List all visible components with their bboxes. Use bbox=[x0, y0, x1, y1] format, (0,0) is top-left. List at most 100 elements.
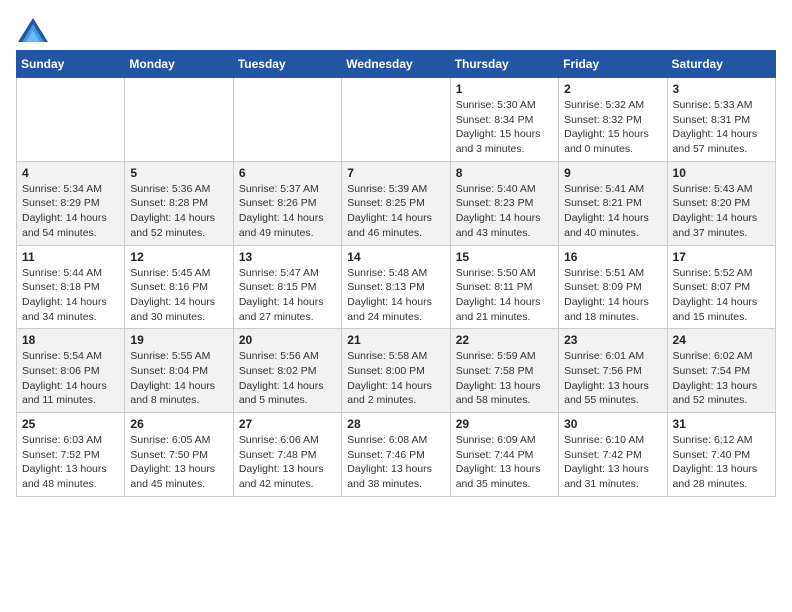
calendar-cell: 4 Sunrise: 5:34 AM Sunset: 8:29 PM Daylig… bbox=[17, 161, 125, 245]
calendar-cell: 11 Sunrise: 5:44 AM Sunset: 8:18 PM Dayli… bbox=[17, 245, 125, 329]
calendar-cell: 27 Sunrise: 6:06 AM Sunset: 7:48 PM Dayli… bbox=[233, 413, 341, 497]
calendar-week-row: 4 Sunrise: 5:34 AM Sunset: 8:29 PM Daylig… bbox=[17, 161, 776, 245]
day-number: 15 bbox=[456, 250, 553, 264]
day-number: 4 bbox=[22, 166, 119, 180]
day-number: 18 bbox=[22, 333, 119, 347]
weekday-header-cell: Sunday bbox=[17, 51, 125, 78]
calendar-cell: 1 Sunrise: 5:30 AM Sunset: 8:34 PM Daylig… bbox=[450, 78, 558, 162]
day-number: 3 bbox=[673, 82, 770, 96]
calendar-cell: 24Sunrise: 6:02 AM Sunset: 7:54 PM Dayli… bbox=[667, 329, 775, 413]
day-detail: Sunrise: 5:30 AM Sunset: 8:34 PM Dayligh… bbox=[456, 98, 553, 157]
day-detail: Sunrise: 5:58 AM Sunset: 8:00 PM Dayligh… bbox=[347, 349, 444, 408]
day-detail: Sunrise: 6:08 AM Sunset: 7:46 PM Dayligh… bbox=[347, 433, 444, 492]
calendar-cell bbox=[233, 78, 341, 162]
day-number: 1 bbox=[456, 82, 553, 96]
weekday-header-cell: Monday bbox=[125, 51, 233, 78]
day-detail: Sunrise: 5:56 AM Sunset: 8:02 PM Dayligh… bbox=[239, 349, 336, 408]
calendar-cell: 31 Sunrise: 6:12 AM Sunset: 7:40 PM Dayli… bbox=[667, 413, 775, 497]
day-detail: Sunrise: 5:33 AM Sunset: 8:31 PM Dayligh… bbox=[673, 98, 770, 157]
calendar-week-row: 11 Sunrise: 5:44 AM Sunset: 8:18 PM Dayli… bbox=[17, 245, 776, 329]
weekday-header-cell: Saturday bbox=[667, 51, 775, 78]
calendar-cell: 16 Sunrise: 5:51 AM Sunset: 8:09 PM Dayli… bbox=[559, 245, 667, 329]
calendar-cell: 15 Sunrise: 5:50 AM Sunset: 8:11 PM Dayli… bbox=[450, 245, 558, 329]
day-detail: Sunrise: 5:37 AM Sunset: 8:26 PM Dayligh… bbox=[239, 182, 336, 241]
calendar-cell: 28 Sunrise: 6:08 AM Sunset: 7:46 PM Dayli… bbox=[342, 413, 450, 497]
day-number: 22 bbox=[456, 333, 553, 347]
day-number: 17 bbox=[673, 250, 770, 264]
day-detail: Sunrise: 6:09 AM Sunset: 7:44 PM Dayligh… bbox=[456, 433, 553, 492]
calendar-cell: 21Sunrise: 5:58 AM Sunset: 8:00 PM Dayli… bbox=[342, 329, 450, 413]
calendar-cell: 18 Sunrise: 5:54 AM Sunset: 8:06 PM Dayli… bbox=[17, 329, 125, 413]
day-detail: Sunrise: 5:59 AM Sunset: 7:58 PM Dayligh… bbox=[456, 349, 553, 408]
day-detail: Sunrise: 5:52 AM Sunset: 8:07 PM Dayligh… bbox=[673, 266, 770, 325]
day-detail: Sunrise: 5:48 AM Sunset: 8:13 PM Dayligh… bbox=[347, 266, 444, 325]
day-number: 23 bbox=[564, 333, 661, 347]
day-detail: Sunrise: 5:45 AM Sunset: 8:16 PM Dayligh… bbox=[130, 266, 227, 325]
weekday-header-cell: Tuesday bbox=[233, 51, 341, 78]
calendar-cell: 23 Sunrise: 6:01 AM Sunset: 7:56 PM Dayli… bbox=[559, 329, 667, 413]
day-detail: Sunrise: 5:50 AM Sunset: 8:11 PM Dayligh… bbox=[456, 266, 553, 325]
calendar-cell bbox=[342, 78, 450, 162]
day-detail: Sunrise: 5:32 AM Sunset: 8:32 PM Dayligh… bbox=[564, 98, 661, 157]
calendar-cell: 14 Sunrise: 5:48 AM Sunset: 8:13 PM Dayli… bbox=[342, 245, 450, 329]
calendar-cell bbox=[125, 78, 233, 162]
logo-icon bbox=[16, 16, 46, 40]
day-detail: Sunrise: 5:54 AM Sunset: 8:06 PM Dayligh… bbox=[22, 349, 119, 408]
logo bbox=[16, 16, 50, 40]
day-detail: Sunrise: 6:06 AM Sunset: 7:48 PM Dayligh… bbox=[239, 433, 336, 492]
calendar-cell: 17 Sunrise: 5:52 AM Sunset: 8:07 PM Dayli… bbox=[667, 245, 775, 329]
day-number: 12 bbox=[130, 250, 227, 264]
day-detail: Sunrise: 5:47 AM Sunset: 8:15 PM Dayligh… bbox=[239, 266, 336, 325]
day-detail: Sunrise: 5:39 AM Sunset: 8:25 PM Dayligh… bbox=[347, 182, 444, 241]
weekday-header-cell: Wednesday bbox=[342, 51, 450, 78]
day-detail: Sunrise: 6:12 AM Sunset: 7:40 PM Dayligh… bbox=[673, 433, 770, 492]
calendar-cell: 9Sunrise: 5:41 AM Sunset: 8:21 PM Daylig… bbox=[559, 161, 667, 245]
calendar-cell bbox=[17, 78, 125, 162]
calendar-week-row: 25 Sunrise: 6:03 AM Sunset: 7:52 PM Dayli… bbox=[17, 413, 776, 497]
page-header bbox=[16, 16, 776, 40]
weekday-header-cell: Friday bbox=[559, 51, 667, 78]
calendar-cell: 7 Sunrise: 5:39 AM Sunset: 8:25 PM Daylig… bbox=[342, 161, 450, 245]
day-detail: Sunrise: 6:01 AM Sunset: 7:56 PM Dayligh… bbox=[564, 349, 661, 408]
day-number: 28 bbox=[347, 417, 444, 431]
calendar-body: 1 Sunrise: 5:30 AM Sunset: 8:34 PM Daylig… bbox=[17, 78, 776, 497]
calendar-cell: 22 Sunrise: 5:59 AM Sunset: 7:58 PM Dayli… bbox=[450, 329, 558, 413]
day-detail: Sunrise: 6:10 AM Sunset: 7:42 PM Dayligh… bbox=[564, 433, 661, 492]
day-number: 6 bbox=[239, 166, 336, 180]
calendar-cell: 26Sunrise: 6:05 AM Sunset: 7:50 PM Dayli… bbox=[125, 413, 233, 497]
weekday-header-cell: Thursday bbox=[450, 51, 558, 78]
calendar-week-row: 1 Sunrise: 5:30 AM Sunset: 8:34 PM Daylig… bbox=[17, 78, 776, 162]
day-number: 16 bbox=[564, 250, 661, 264]
calendar-week-row: 18 Sunrise: 5:54 AM Sunset: 8:06 PM Dayli… bbox=[17, 329, 776, 413]
day-detail: Sunrise: 5:44 AM Sunset: 8:18 PM Dayligh… bbox=[22, 266, 119, 325]
day-detail: Sunrise: 6:03 AM Sunset: 7:52 PM Dayligh… bbox=[22, 433, 119, 492]
calendar-cell: 20Sunrise: 5:56 AM Sunset: 8:02 PM Dayli… bbox=[233, 329, 341, 413]
calendar-table: SundayMondayTuesdayWednesdayThursdayFrid… bbox=[16, 50, 776, 497]
day-number: 11 bbox=[22, 250, 119, 264]
day-detail: Sunrise: 5:41 AM Sunset: 8:21 PM Dayligh… bbox=[564, 182, 661, 241]
day-number: 19 bbox=[130, 333, 227, 347]
day-number: 26 bbox=[130, 417, 227, 431]
day-detail: Sunrise: 6:02 AM Sunset: 7:54 PM Dayligh… bbox=[673, 349, 770, 408]
calendar-cell: 10Sunrise: 5:43 AM Sunset: 8:20 PM Dayli… bbox=[667, 161, 775, 245]
day-number: 31 bbox=[673, 417, 770, 431]
day-detail: Sunrise: 5:34 AM Sunset: 8:29 PM Dayligh… bbox=[22, 182, 119, 241]
day-number: 7 bbox=[347, 166, 444, 180]
day-number: 14 bbox=[347, 250, 444, 264]
weekday-header-row: SundayMondayTuesdayWednesdayThursdayFrid… bbox=[17, 51, 776, 78]
day-number: 25 bbox=[22, 417, 119, 431]
day-detail: Sunrise: 5:55 AM Sunset: 8:04 PM Dayligh… bbox=[130, 349, 227, 408]
calendar-cell: 12 Sunrise: 5:45 AM Sunset: 8:16 PM Dayli… bbox=[125, 245, 233, 329]
calendar-cell: 13Sunrise: 5:47 AM Sunset: 8:15 PM Dayli… bbox=[233, 245, 341, 329]
calendar-cell: 19 Sunrise: 5:55 AM Sunset: 8:04 PM Dayli… bbox=[125, 329, 233, 413]
day-number: 8 bbox=[456, 166, 553, 180]
day-number: 5 bbox=[130, 166, 227, 180]
calendar-cell: 30Sunrise: 6:10 AM Sunset: 7:42 PM Dayli… bbox=[559, 413, 667, 497]
day-number: 10 bbox=[673, 166, 770, 180]
day-detail: Sunrise: 5:51 AM Sunset: 8:09 PM Dayligh… bbox=[564, 266, 661, 325]
calendar-cell: 29Sunrise: 6:09 AM Sunset: 7:44 PM Dayli… bbox=[450, 413, 558, 497]
calendar-cell: 8Sunrise: 5:40 AM Sunset: 8:23 PM Daylig… bbox=[450, 161, 558, 245]
calendar-cell: 3 Sunrise: 5:33 AM Sunset: 8:31 PM Daylig… bbox=[667, 78, 775, 162]
day-detail: Sunrise: 5:36 AM Sunset: 8:28 PM Dayligh… bbox=[130, 182, 227, 241]
day-number: 27 bbox=[239, 417, 336, 431]
